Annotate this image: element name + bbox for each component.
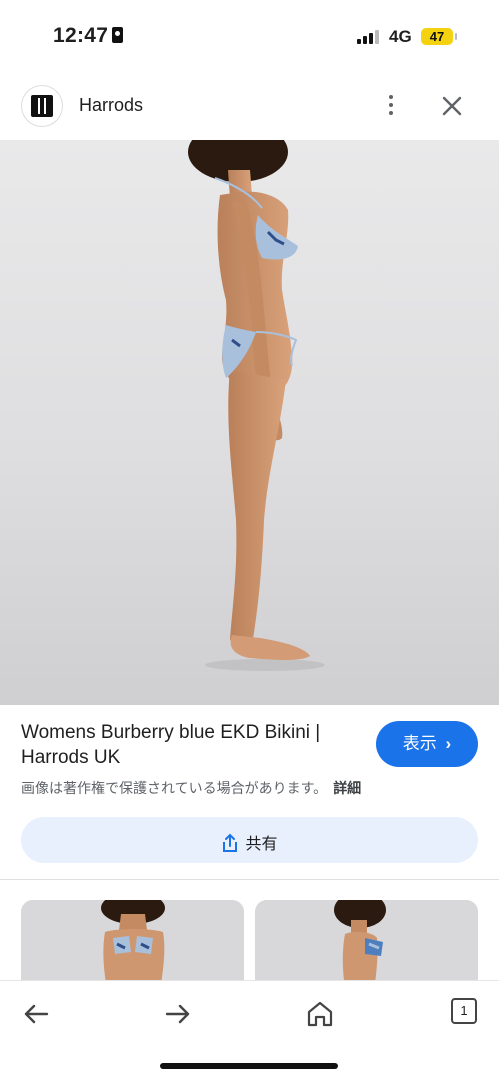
view-button-label: 表示	[402, 734, 437, 753]
battery-icon: 47	[421, 28, 457, 45]
more-vert-icon[interactable]	[383, 92, 399, 118]
home-icon[interactable]	[303, 997, 337, 1031]
share-button-label: 共有	[245, 836, 278, 853]
signal-icon	[357, 30, 381, 44]
clock: 12:47	[53, 24, 124, 48]
status-bar: 12:47 4G 47	[0, 0, 499, 70]
tab-switcher-button[interactable]: 1	[451, 998, 477, 1024]
copyright-notice: 画像は著作権で保護されている場合があります。 詳細	[21, 778, 361, 798]
id-card-icon	[112, 27, 124, 43]
view-button[interactable]: 表示 ›	[376, 721, 478, 767]
copyright-text: 画像は著作権で保護されている場合があります。	[21, 780, 328, 796]
share-icon	[223, 833, 238, 852]
arrow-right-icon[interactable]	[161, 997, 195, 1031]
result-header: Harrods	[0, 80, 499, 134]
home-indicator	[160, 1063, 338, 1069]
details-link[interactable]: 詳細	[333, 780, 361, 796]
result-title[interactable]: Womens Burberry blue EKD Bikini | Harrod…	[21, 720, 361, 770]
share-button-content: 共有	[21, 830, 478, 854]
time-text: 12:47	[53, 24, 109, 47]
site-name[interactable]: Harrods	[79, 95, 143, 116]
close-icon[interactable]	[438, 92, 466, 120]
product-image[interactable]	[0, 140, 499, 705]
share-button[interactable]: 共有	[21, 817, 478, 863]
bikini-model-figure	[188, 140, 325, 671]
arrow-left-icon[interactable]	[19, 997, 53, 1031]
divider	[0, 879, 499, 880]
network-label: 4G	[389, 27, 412, 46]
harrods-logo-icon[interactable]	[21, 85, 63, 127]
chevron-right-icon: ›	[445, 734, 452, 753]
